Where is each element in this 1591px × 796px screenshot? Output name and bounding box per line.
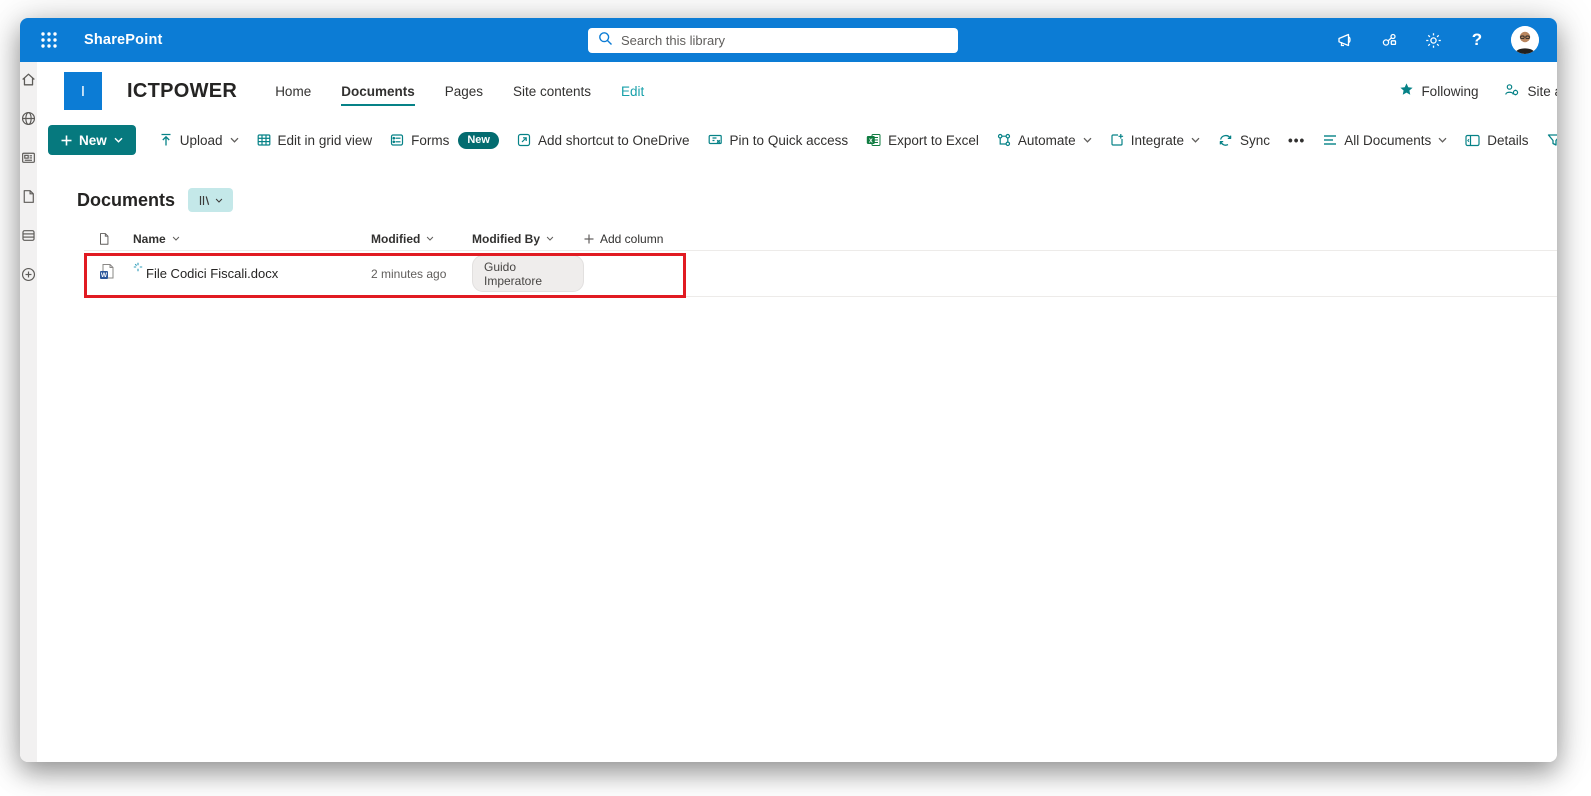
forms-button[interactable]: Forms New	[381, 125, 508, 155]
site-logo[interactable]: I	[64, 72, 102, 110]
details-panel-icon	[1465, 134, 1480, 146]
nav-home[interactable]: Home	[275, 78, 311, 104]
forms-new-badge: New	[458, 131, 499, 149]
main-content: I ICTPOWER Home Documents Pages Site con…	[37, 62, 1557, 762]
chevron-down-icon	[1438, 137, 1447, 143]
chevron-down-icon	[1191, 137, 1200, 143]
svg-text:W: W	[101, 272, 108, 279]
library-title: Documents	[77, 189, 176, 210]
create-plus-icon[interactable]	[20, 266, 37, 283]
automate-flow-icon	[997, 133, 1010, 147]
more-commands-button[interactable]: •••	[1279, 125, 1314, 155]
app-title[interactable]: SharePoint	[84, 32, 163, 48]
shelf-bars-icon	[199, 195, 210, 205]
column-header-name[interactable]: Name	[133, 232, 371, 246]
integrate-icon	[1111, 134, 1123, 146]
filter-icon[interactable]	[1538, 125, 1557, 155]
view-selector-button[interactable]: All Documents	[1314, 125, 1456, 155]
pin-quick-access-button[interactable]: Pin to Quick access	[699, 125, 858, 155]
settings-gear-icon[interactable]	[1423, 30, 1443, 50]
details-pane-button[interactable]: Details	[1456, 125, 1537, 155]
column-header-modified[interactable]: Modified	[371, 232, 472, 246]
document-icon	[100, 232, 109, 245]
search-icon	[598, 31, 613, 51]
new-item-sparkle-icon	[133, 260, 143, 275]
modified-cell: 2 minutes ago	[371, 266, 447, 281]
chevron-down-icon	[172, 236, 179, 241]
integrate-button[interactable]: Integrate	[1101, 125, 1209, 155]
chevron-down-icon	[114, 137, 123, 143]
site-access-button[interactable]: Site access	[1504, 82, 1557, 101]
upload-icon	[161, 133, 171, 146]
suite-right-icons: ?	[1335, 26, 1539, 54]
file-name-cell: File Codici Fiscali.docx	[133, 262, 371, 281]
home-icon[interactable]	[20, 71, 37, 88]
command-bar-right: All Documents Details	[1314, 125, 1557, 155]
sync-button[interactable]: Sync	[1209, 125, 1279, 155]
shortcut-icon	[517, 133, 531, 147]
search-input[interactable]	[621, 33, 948, 48]
site-title[interactable]: ICTPOWER	[127, 80, 237, 103]
chevron-down-icon	[230, 137, 239, 143]
lists-icon[interactable]	[20, 227, 37, 244]
nav-pages[interactable]: Pages	[445, 78, 483, 104]
table-header-row: Name Modified Modified By Add column	[84, 227, 1557, 251]
upload-button[interactable]: Upload	[150, 125, 248, 155]
following-button[interactable]: Following	[1399, 82, 1478, 100]
site-navigation: Home Documents Pages Site contents Edit	[275, 78, 644, 106]
nav-documents[interactable]: Documents	[341, 78, 415, 106]
export-to-excel-button[interactable]: x Export to Excel	[857, 125, 988, 155]
pin-icon	[708, 134, 722, 145]
user-avatar[interactable]	[1511, 26, 1539, 54]
people-gear-icon	[1504, 82, 1520, 101]
globe-icon[interactable]	[20, 110, 37, 127]
word-file-icon: W	[97, 262, 133, 285]
edit-grid-view-button[interactable]: Edit in grid view	[248, 125, 382, 155]
left-navigation-rail	[20, 62, 37, 762]
suite-bar: SharePoint ?	[20, 18, 1557, 62]
file-name-link[interactable]: File Codici Fiscali.docx	[146, 266, 278, 281]
chevron-down-icon	[427, 236, 434, 241]
column-header-modified-by[interactable]: Modified By	[472, 232, 584, 246]
add-column-button[interactable]: Add column	[584, 232, 1557, 246]
chevron-down-icon	[1083, 137, 1092, 143]
documents-table: Name Modified Modified By Add column W F…	[84, 227, 1557, 297]
site-header: I ICTPOWER Home Documents Pages Site con…	[37, 62, 1557, 120]
nav-site-contents[interactable]: Site contents	[513, 78, 591, 104]
modified-by-cell: Guido Imperatore	[472, 255, 584, 292]
page-icon[interactable]	[20, 188, 37, 205]
automate-button[interactable]: Automate	[988, 125, 1101, 155]
person-pill: Guido Imperatore	[472, 255, 584, 292]
library-view-toggle[interactable]	[188, 188, 234, 212]
site-actions: Following Site access	[1399, 82, 1557, 101]
plus-icon	[61, 135, 72, 145]
chevron-down-icon	[546, 236, 554, 241]
new-button[interactable]: New	[48, 125, 136, 155]
file-type-column-icon[interactable]	[97, 232, 133, 246]
sync-icon	[1219, 134, 1232, 146]
grid-icon	[257, 134, 270, 146]
svg-text:x: x	[869, 137, 873, 144]
app-launcher-waffle-icon[interactable]	[38, 29, 60, 51]
people-network-icon[interactable]	[1379, 30, 1399, 50]
chevron-down-icon	[215, 198, 223, 203]
file-row[interactable]: W File Codici Fiscali.docx 2 minutes ago…	[84, 251, 1557, 297]
excel-icon: x	[866, 134, 881, 146]
command-bar: New Upload Edit in grid view Forms New A…	[37, 120, 1557, 160]
news-icon[interactable]	[20, 149, 37, 166]
help-icon[interactable]: ?	[1467, 30, 1487, 50]
nav-edit[interactable]: Edit	[621, 78, 644, 104]
add-shortcut-onedrive-button[interactable]: Add shortcut to OneDrive	[508, 125, 699, 155]
view-lines-icon	[1324, 135, 1337, 145]
plus-icon	[584, 234, 594, 243]
star-icon	[1399, 82, 1414, 100]
library-title-row: Documents	[37, 186, 1557, 214]
megaphone-icon[interactable]	[1335, 30, 1355, 50]
forms-icon	[390, 134, 404, 146]
search-box[interactable]	[588, 28, 958, 53]
sharepoint-window: SharePoint ?	[20, 18, 1557, 762]
